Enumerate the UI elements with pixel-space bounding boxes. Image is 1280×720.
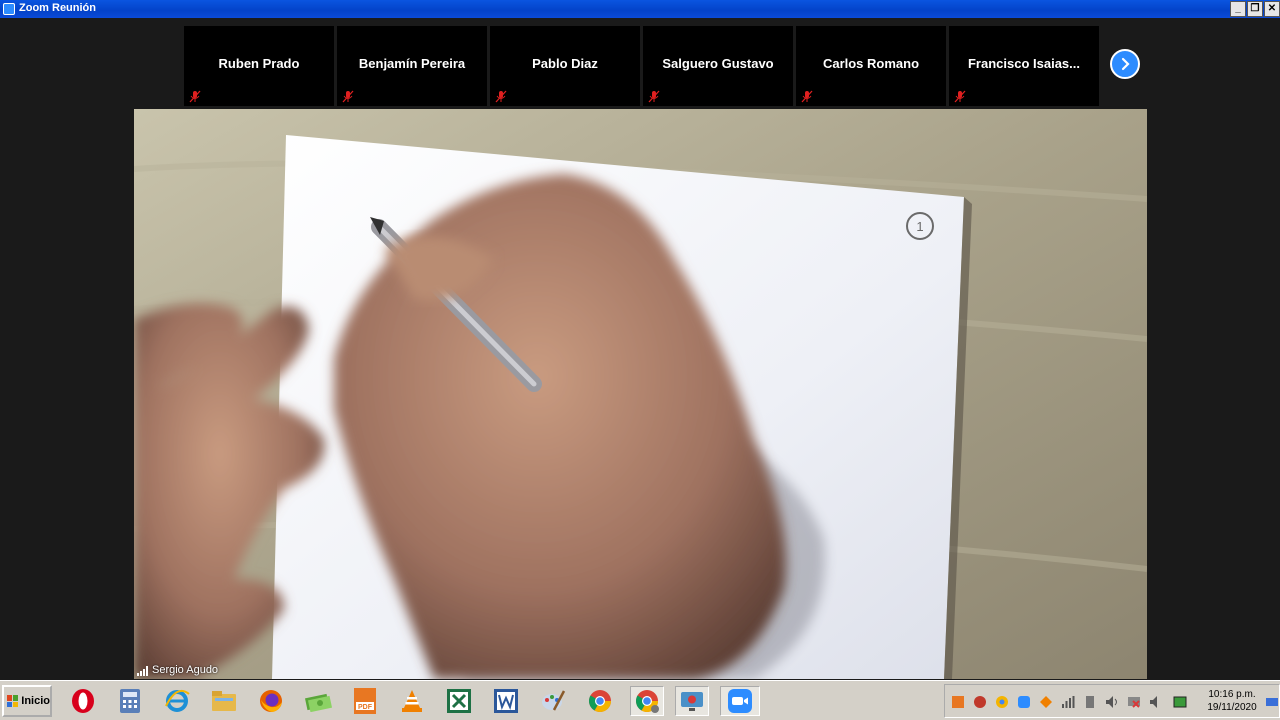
participant-tile[interactable]: Pablo Diaz bbox=[490, 26, 640, 106]
participant-name: Carlos Romano bbox=[822, 56, 920, 71]
participant-tile[interactable]: Benjamín Pereira bbox=[337, 26, 487, 106]
clock-date: 19/11/2020 bbox=[1207, 702, 1257, 713]
participant-tile[interactable]: Salguero Gustavo bbox=[643, 26, 793, 106]
svg-text:PDF: PDF bbox=[358, 704, 373, 711]
participant-gallery: Ruben Prado Benjamín Pereira Pablo Diaz … bbox=[180, 26, 1140, 106]
speaker-name: Sergio Agudo bbox=[152, 664, 219, 676]
cash-icon[interactable] bbox=[303, 686, 333, 716]
tray-speaker-icon[interactable] bbox=[1149, 695, 1163, 709]
page-number-text: 1 bbox=[916, 219, 923, 234]
mic-muted-icon bbox=[954, 90, 966, 103]
participant-name: Francisco Isaias... bbox=[967, 56, 1080, 71]
next-page-button[interactable] bbox=[1110, 49, 1140, 79]
mic-muted-icon bbox=[801, 90, 813, 103]
show-desktop-icon[interactable] bbox=[1265, 695, 1279, 709]
minimize-button[interactable]: _ bbox=[1230, 1, 1246, 17]
speaker-label: Sergio Agudo bbox=[137, 664, 218, 676]
tray-chrome-icon[interactable] bbox=[995, 695, 1009, 709]
tray-app-icon[interactable] bbox=[951, 695, 965, 709]
file-explorer-icon[interactable] bbox=[209, 686, 239, 716]
participant-tile[interactable]: Francisco Isaias... bbox=[949, 26, 1099, 106]
participant-name: Salguero Gustavo bbox=[662, 56, 774, 71]
system-tray: 10:16 p.m. 19/11/2020 bbox=[944, 684, 1280, 718]
windows-taskbar: Inicio PDF 10:16 p.m. 19/11/2020 bbox=[0, 680, 1280, 720]
zoom-app-icon bbox=[3, 3, 15, 15]
participant-tile[interactable]: Ruben Prado bbox=[184, 26, 334, 106]
close-button[interactable]: ✕ bbox=[1264, 1, 1280, 17]
word-icon[interactable] bbox=[491, 686, 521, 716]
tray-shield-icon[interactable] bbox=[973, 695, 987, 709]
tray-battery-icon[interactable] bbox=[1173, 695, 1187, 709]
mic-muted-icon bbox=[648, 90, 660, 103]
pdf-icon[interactable]: PDF bbox=[350, 686, 380, 716]
tray-avast-icon[interactable] bbox=[1039, 695, 1053, 709]
active-speaker-video: 1 Sergio Agudo bbox=[134, 109, 1147, 679]
system-clock[interactable]: 10:16 p.m. 19/11/2020 bbox=[1201, 688, 1263, 714]
tray-network-error-icon[interactable] bbox=[1127, 695, 1141, 709]
tray-signal-icon[interactable] bbox=[1061, 695, 1075, 709]
excel-icon[interactable] bbox=[444, 686, 474, 716]
participant-name: Pablo Diaz bbox=[532, 56, 598, 71]
chevron-right-icon bbox=[1121, 57, 1130, 71]
tray-device-icon[interactable] bbox=[1083, 695, 1097, 709]
window-controls: _ ❐ ✕ bbox=[1230, 1, 1280, 17]
participant-name: Benjamín Pereira bbox=[358, 56, 466, 71]
participant-name: Ruben Prado bbox=[218, 56, 300, 71]
chrome-user-icon[interactable] bbox=[630, 686, 664, 716]
screen-recorder-icon[interactable] bbox=[675, 686, 709, 716]
zoom-icon[interactable] bbox=[720, 686, 760, 716]
chrome-icon[interactable] bbox=[585, 686, 615, 716]
tray-volume-icon[interactable] bbox=[1105, 695, 1119, 709]
restore-button[interactable]: ❐ bbox=[1247, 1, 1263, 17]
participant-tile[interactable]: Carlos Romano bbox=[796, 26, 946, 106]
window-title: Zoom Reunión bbox=[19, 2, 96, 14]
mic-muted-icon bbox=[189, 90, 201, 103]
vlc-icon[interactable] bbox=[397, 686, 427, 716]
mic-muted-icon bbox=[342, 90, 354, 103]
clock-time: 10:16 p.m. bbox=[1208, 689, 1256, 700]
opera-icon[interactable] bbox=[68, 686, 98, 716]
tray-zoom-icon[interactable] bbox=[1017, 695, 1031, 709]
start-button[interactable]: Inicio bbox=[2, 685, 52, 717]
connection-signal-icon bbox=[137, 666, 148, 676]
mic-muted-icon bbox=[495, 90, 507, 103]
video-frame: 1 bbox=[134, 109, 1147, 679]
windows-logo-icon bbox=[7, 695, 19, 707]
paint-icon[interactable] bbox=[538, 686, 568, 716]
start-label: Inicio bbox=[21, 695, 50, 707]
internet-explorer-icon[interactable] bbox=[162, 686, 192, 716]
calculator-icon[interactable] bbox=[115, 686, 145, 716]
firefox-icon[interactable] bbox=[256, 686, 286, 716]
title-bar: Zoom Reunión _ ❐ ✕ bbox=[0, 0, 1280, 18]
